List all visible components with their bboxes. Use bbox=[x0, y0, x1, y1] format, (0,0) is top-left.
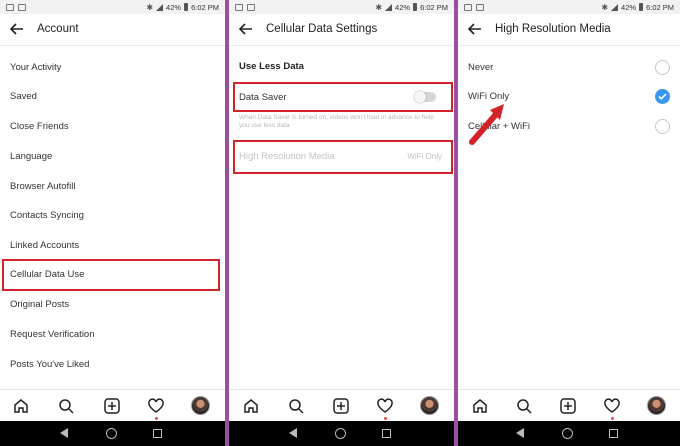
avatar[interactable] bbox=[420, 396, 439, 415]
status-bar: ✱ 42% 6:02 PM bbox=[458, 0, 680, 14]
notification-icon bbox=[464, 3, 472, 11]
option-cellular-wifi-radio[interactable] bbox=[655, 119, 670, 134]
back-arrow-icon[interactable] bbox=[237, 20, 255, 38]
menu-item-close-friends[interactable]: Close Friends bbox=[10, 121, 69, 132]
option-never-label[interactable]: Never bbox=[468, 62, 493, 73]
notification-dot bbox=[155, 417, 158, 420]
avatar[interactable] bbox=[191, 396, 210, 415]
red-arrow-annotation bbox=[469, 104, 504, 145]
notification-dot bbox=[384, 417, 387, 420]
bottom-tab-bar bbox=[0, 389, 225, 421]
bottom-tab-bar bbox=[229, 389, 454, 421]
nav-home-icon[interactable] bbox=[562, 428, 573, 439]
nav-home-icon[interactable] bbox=[335, 428, 346, 439]
header: Account bbox=[0, 14, 225, 46]
bottom-tab-bar bbox=[458, 389, 680, 421]
search-icon[interactable] bbox=[287, 397, 305, 415]
option-never-radio[interactable] bbox=[655, 60, 670, 75]
battery-icon bbox=[639, 3, 644, 11]
highlight-box bbox=[2, 259, 220, 291]
add-post-icon[interactable] bbox=[559, 397, 577, 415]
menu-item-language[interactable]: Language bbox=[10, 151, 52, 162]
bluetooth-icon: ✱ bbox=[601, 2, 609, 12]
home-icon[interactable] bbox=[12, 397, 30, 415]
nav-back-icon[interactable] bbox=[60, 428, 68, 438]
signal-icon bbox=[385, 3, 393, 11]
section-title: Use Less Data bbox=[239, 61, 304, 72]
menu-item-original-posts[interactable]: Original Posts bbox=[10, 299, 69, 310]
android-nav-bar bbox=[229, 421, 454, 446]
heart-icon[interactable] bbox=[603, 397, 621, 415]
nav-back-icon[interactable] bbox=[516, 428, 524, 438]
menu-item-posts-liked[interactable]: Posts You've Liked bbox=[10, 359, 89, 370]
battery-icon bbox=[184, 3, 189, 11]
page-title: High Resolution Media bbox=[495, 23, 611, 35]
back-arrow-icon[interactable] bbox=[466, 20, 484, 38]
battery-level: 42% bbox=[621, 2, 637, 12]
back-arrow-icon[interactable] bbox=[8, 20, 26, 38]
header: High Resolution Media bbox=[458, 14, 680, 46]
clock: 6:02 PM bbox=[191, 2, 219, 12]
nav-back-icon[interactable] bbox=[289, 428, 297, 438]
bluetooth-icon: ✱ bbox=[146, 2, 154, 12]
add-post-icon[interactable] bbox=[332, 397, 350, 415]
account-screen: ✱ 42% 6:02 PM Account Your Activity Saved … bbox=[0, 0, 225, 446]
notification-icon bbox=[235, 3, 243, 11]
status-bar: ✱ 42% 6:02 PM bbox=[0, 0, 225, 14]
android-nav-bar bbox=[0, 421, 225, 446]
android-nav-bar bbox=[458, 421, 680, 446]
data-saver-helper-text: When Data Saver is turned on, videos won… bbox=[239, 114, 434, 129]
add-post-icon[interactable] bbox=[103, 397, 121, 415]
clock: 6:02 PM bbox=[646, 2, 674, 12]
search-icon[interactable] bbox=[515, 397, 533, 415]
heart-icon[interactable] bbox=[147, 397, 165, 415]
nav-recents-icon[interactable] bbox=[153, 429, 162, 438]
menu-item-browser-autofill[interactable]: Browser Autofill bbox=[10, 181, 75, 192]
menu-item-saved[interactable]: Saved bbox=[10, 91, 37, 102]
avatar[interactable] bbox=[647, 396, 666, 415]
page-title: Account bbox=[37, 23, 79, 35]
notification-dot bbox=[611, 417, 614, 420]
option-wifi-only-radio[interactable] bbox=[655, 89, 670, 104]
notification-icon bbox=[6, 3, 14, 11]
page-title: Cellular Data Settings bbox=[266, 23, 378, 35]
header: Cellular Data Settings bbox=[229, 14, 454, 46]
high-resolution-media-screen: ✱ 42% 6:02 PM High Resolution Media Never … bbox=[458, 0, 680, 446]
signal-icon bbox=[611, 3, 619, 11]
highlight-box bbox=[233, 140, 453, 174]
image-icon bbox=[247, 3, 255, 11]
menu-item-request-verification[interactable]: Request Verification bbox=[10, 329, 95, 340]
nav-recents-icon[interactable] bbox=[382, 429, 391, 438]
battery-icon bbox=[413, 3, 418, 11]
cellular-data-settings-screen: ✱ 42% 6:02 PM Cellular Data Settings Use L… bbox=[229, 0, 454, 446]
nav-recents-icon[interactable] bbox=[609, 429, 618, 438]
heart-icon[interactable] bbox=[376, 397, 394, 415]
menu-item-contacts-syncing[interactable]: Contacts Syncing bbox=[10, 210, 84, 221]
battery-level: 42% bbox=[166, 2, 182, 12]
nav-home-icon[interactable] bbox=[106, 428, 117, 439]
menu-item-your-activity[interactable]: Your Activity bbox=[10, 62, 61, 73]
highlight-box bbox=[233, 82, 453, 112]
bluetooth-icon: ✱ bbox=[375, 2, 383, 12]
status-bar: ✱ 42% 6:02 PM bbox=[229, 0, 454, 14]
home-icon[interactable] bbox=[242, 397, 260, 415]
clock: 6:02 PM bbox=[420, 2, 448, 12]
menu-item-linked-accounts[interactable]: Linked Accounts bbox=[10, 240, 79, 251]
home-icon[interactable] bbox=[471, 397, 489, 415]
search-icon[interactable] bbox=[57, 397, 75, 415]
checkmark-icon bbox=[658, 93, 667, 100]
signal-icon bbox=[156, 3, 164, 11]
battery-level: 42% bbox=[395, 2, 411, 12]
image-icon bbox=[476, 3, 484, 11]
image-icon bbox=[18, 3, 26, 11]
